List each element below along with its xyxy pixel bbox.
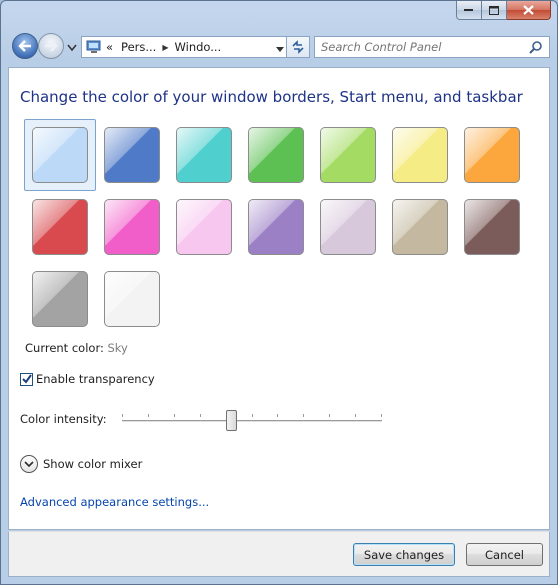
- enable-transparency[interactable]: Enable transparency: [20, 372, 155, 386]
- swatch-gloss: [33, 128, 87, 182]
- swatch-gloss: [105, 272, 159, 326]
- arrow-left-icon: [18, 40, 31, 52]
- color-swatch-sky[interactable]: [32, 127, 88, 183]
- caption-buttons: [456, 1, 551, 20]
- swatch-gloss: [249, 128, 303, 182]
- swatch-gloss: [465, 200, 519, 254]
- expand-button[interactable]: [20, 455, 38, 473]
- current-color-value: Sky: [107, 341, 128, 355]
- color-intensity-label: Color intensity:: [20, 412, 107, 426]
- recent-pages-button[interactable]: [67, 41, 77, 55]
- color-swatch-leaf[interactable]: [248, 127, 304, 183]
- breadcrumb-item-window-color[interactable]: Windo...: [175, 40, 222, 54]
- navigation-bar: « Pers... ▶ Windo...: [9, 33, 550, 61]
- chevron-down-icon: [67, 44, 77, 52]
- swatch-gloss: [393, 200, 447, 254]
- back-button[interactable]: [12, 33, 38, 59]
- close-icon: [523, 5, 534, 15]
- swatch-gloss: [249, 200, 303, 254]
- forward-button[interactable]: [38, 33, 64, 59]
- control-panel-icon: [86, 40, 101, 53]
- transparency-checkbox[interactable]: [20, 372, 33, 386]
- window: « Pers... ▶ Windo... Change the color of…: [0, 0, 558, 585]
- swatch-gloss: [177, 128, 231, 182]
- swatch-gloss: [177, 200, 231, 254]
- swatch-gloss: [33, 272, 87, 326]
- current-color-label: Current color:: [25, 341, 104, 355]
- color-mixer-label[interactable]: Show color mixer: [43, 457, 142, 471]
- color-swatch-sea[interactable]: [176, 127, 232, 183]
- color-swatch-lavender[interactable]: [320, 199, 376, 255]
- content-panel: Change the color of your window borders,…: [8, 67, 550, 530]
- breadcrumb-overflow[interactable]: «: [106, 40, 113, 54]
- chevron-down-icon: [24, 460, 34, 467]
- search-box[interactable]: [314, 36, 550, 58]
- transparency-label[interactable]: Enable transparency: [36, 372, 155, 386]
- color-swatch-ruby[interactable]: [32, 199, 88, 255]
- show-color-mixer[interactable]: Show color mixer: [20, 455, 142, 473]
- color-swatch-blush[interactable]: [176, 199, 232, 255]
- minimize-button[interactable]: [456, 1, 482, 20]
- color-intensity-slider-thumb[interactable]: [226, 410, 238, 431]
- swatch-gloss: [105, 200, 159, 254]
- breadcrumb-separator-icon[interactable]: ▶: [162, 43, 168, 52]
- save-changes-button[interactable]: Save changes: [353, 543, 455, 566]
- cancel-button[interactable]: Cancel: [466, 543, 543, 566]
- address-dropdown-button[interactable]: [276, 42, 284, 56]
- footer-bar: Save changes Cancel: [8, 531, 550, 577]
- color-swatch-frost[interactable]: [104, 271, 160, 327]
- advanced-appearance-link[interactable]: Advanced appearance settings...: [20, 495, 209, 509]
- breadcrumb-item-personalization[interactable]: Pers...: [121, 40, 156, 54]
- refresh-button[interactable]: [286, 36, 310, 58]
- close-button[interactable]: [507, 1, 551, 20]
- arrow-right-icon: [45, 40, 58, 52]
- color-swatch-twilight[interactable]: [104, 127, 160, 183]
- color-swatch-slate[interactable]: [32, 271, 88, 327]
- search-icon[interactable]: [529, 40, 543, 57]
- swatch-gloss: [321, 200, 375, 254]
- swatch-gloss: [465, 128, 519, 182]
- address-bar[interactable]: « Pers... ▶ Windo...: [81, 36, 291, 58]
- minimize-icon: [464, 9, 473, 11]
- swatch-gloss: [33, 200, 87, 254]
- color-swatch-lemon[interactable]: [392, 127, 448, 183]
- maximize-button[interactable]: [482, 1, 507, 20]
- swatch-gloss: [321, 128, 375, 182]
- swatch-gloss: [393, 128, 447, 182]
- page-title: Change the color of your window borders,…: [20, 88, 523, 106]
- color-intensity-track[interactable]: [122, 420, 382, 423]
- maximize-icon: [489, 5, 499, 15]
- refresh-icon: [292, 40, 304, 54]
- color-swatch-taupe[interactable]: [392, 199, 448, 255]
- current-color: Current color: Sky: [25, 341, 128, 355]
- slider-ticks: [122, 414, 382, 417]
- search-input[interactable]: [315, 37, 515, 57]
- swatch-gloss: [105, 128, 159, 182]
- color-swatch-fuchsia[interactable]: [104, 199, 160, 255]
- triangle-down-icon: [276, 47, 284, 52]
- checkmark-icon: [21, 374, 32, 384]
- color-swatch-violet[interactable]: [248, 199, 304, 255]
- color-swatch-chocolate[interactable]: [464, 199, 520, 255]
- color-swatch-lime[interactable]: [320, 127, 376, 183]
- color-swatch-pumpkin[interactable]: [464, 127, 520, 183]
